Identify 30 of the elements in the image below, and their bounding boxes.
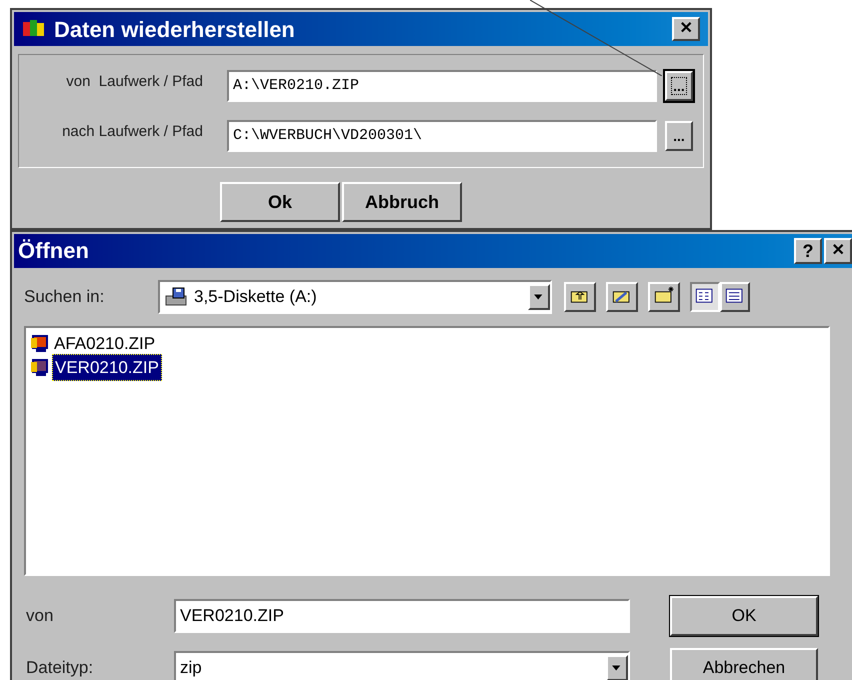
file-item[interactable]: VER0210.ZIP [52,354,162,382]
window-title: Öffnen [18,237,90,266]
browse-button[interactable]: ... [665,121,693,151]
filetype-dropdown[interactable]: zip [174,651,630,680]
dialog-button[interactable]: Abbruch [342,182,462,222]
list-view-icon[interactable] [690,282,720,312]
close-button[interactable]: ✕ [824,238,852,264]
dialog-button[interactable]: Ok [220,182,340,222]
cancel-button[interactable]: Abbrechen [670,648,818,680]
ok-button[interactable]: OK [670,596,818,636]
drive-name: 3,5-Diskette (A:) [194,286,318,308]
details-view-icon[interactable] [720,282,750,312]
help-button[interactable]: ? [794,238,822,264]
new-folder-icon[interactable] [648,282,680,312]
filetype-value: zip [180,657,203,680]
filetype-label: Dateityp: [26,657,94,680]
file-item[interactable]: AFA0210.ZIP [52,330,158,356]
look-in-dropdown[interactable]: 3,5-Diskette (A:) [158,280,552,314]
filename-field[interactable]: VER0210.ZIP [174,599,630,633]
desktop-icon[interactable] [606,282,638,312]
field-label: nach Laufwerk / Pfad [61,122,204,142]
path-field[interactable]: C:\WVERBUCH\VD200301\ [227,120,657,152]
browse-button[interactable]: ... [665,71,693,101]
look-in-label: Suchen in: [24,286,106,308]
filename-label: von [26,605,54,628]
up-folder-icon[interactable] [564,282,596,312]
window-title: Daten wiederherstellen [54,16,296,44]
close-button[interactable]: ✕ [672,17,700,41]
path-field[interactable]: A:\VER0210.ZIP [227,70,657,102]
field-label: von Laufwerk / Pfad [65,72,204,92]
